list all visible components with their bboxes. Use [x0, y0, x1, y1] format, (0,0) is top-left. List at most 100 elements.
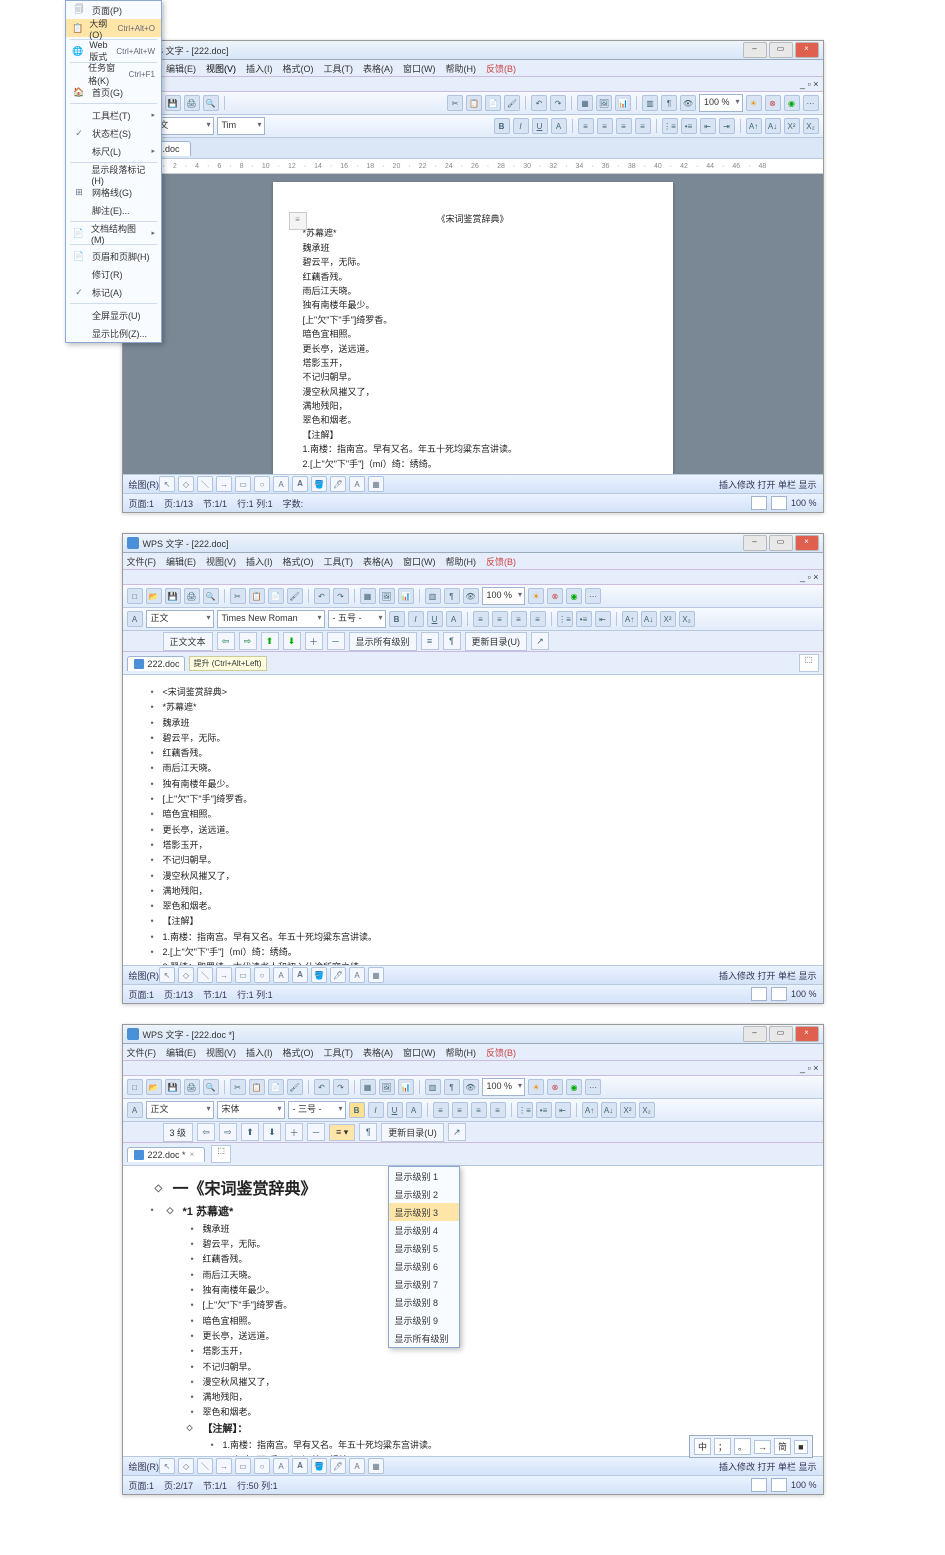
outline-level-combo[interactable]: 正文文本 — [163, 632, 213, 651]
menu-item[interactable]: 🏠首页(G) — [66, 83, 161, 101]
level-item[interactable]: 显示级别 1 — [389, 1167, 459, 1185]
doc-close[interactable]: × — [813, 79, 818, 89]
wordart-icon[interactable]: 𝐀 — [292, 476, 308, 492]
promote-icon[interactable]: ⇦ — [217, 632, 235, 650]
outline-item[interactable]: 1.南楼：指南宫。早有又名。年五十死均粱东宫讲读。 — [143, 930, 803, 945]
menu-edit[interactable]: 编辑(E) — [166, 62, 196, 75]
columns-icon[interactable]: ▥ — [642, 95, 658, 111]
textbox-icon[interactable]: A — [273, 476, 289, 492]
save-icon[interactable]: 💾 — [165, 95, 181, 111]
menu-item[interactable]: ✓标记(A) — [66, 283, 161, 301]
menu-item[interactable]: 🗐页面(P) — [66, 1, 161, 19]
font-shrink-icon[interactable]: A↓ — [641, 611, 657, 627]
menu-item[interactable]: ⊞网格线(G) — [66, 183, 161, 201]
level-item[interactable]: 显示级别 8 — [389, 1293, 459, 1311]
font-color-icon[interactable]: A — [551, 118, 567, 134]
bullets-icon[interactable]: •≡ — [576, 611, 592, 627]
outline-item[interactable]: 更长亭，送远道。 — [143, 823, 803, 838]
outline-item[interactable]: 满地残阳， — [143, 884, 803, 899]
menu-format[interactable]: 格式(O) — [283, 62, 314, 75]
super-icon[interactable]: X² — [784, 118, 800, 134]
menu-item[interactable]: 📄页眉和页脚(H) — [66, 247, 161, 265]
minimize-button[interactable]: – — [743, 535, 767, 551]
close-doc-icon[interactable]: ⊗ — [765, 95, 781, 111]
show-first-line-icon[interactable]: ≡ — [421, 632, 439, 650]
outline-view[interactable]: <宋词鉴赏辞典>*苏幕遮*魏承班碧云平，无际。红藕香残。雨后江天晓。独有南楼年最… — [123, 675, 823, 965]
align-justify-icon[interactable]: ≡ — [635, 118, 651, 134]
menu-item[interactable]: 全屏显示(U) — [66, 306, 161, 324]
ime-bar[interactable]: 中；。→简■ — [689, 1435, 813, 1458]
align-left-icon[interactable]: ≡ — [473, 611, 489, 627]
view-menu-popup[interactable]: 🗐页面(P)📋大纲(O)Ctrl+Alt+O🌐Web版式Ctrl+Alt+W任务… — [65, 0, 162, 343]
undo-icon[interactable]: ↶ — [531, 95, 547, 111]
outline-item[interactable]: 暗色宜相照。 — [143, 807, 803, 822]
close-button[interactable]: × — [795, 42, 819, 58]
indent-dec-icon[interactable]: ⇤ — [700, 118, 716, 134]
menu-item[interactable]: 工具栏(T)▸ — [66, 106, 161, 124]
outline-item[interactable]: 塔影玉开， — [143, 838, 803, 853]
show-level-combo[interactable]: ≡ ▾ — [329, 1124, 355, 1141]
demote-icon[interactable]: ⇨ — [239, 632, 257, 650]
sub-icon[interactable]: X₂ — [679, 611, 695, 627]
chart-icon[interactable]: 📊 — [615, 95, 631, 111]
wps-icon[interactable]: ◉ — [784, 95, 800, 111]
level-item[interactable]: 显示级别 7 — [389, 1275, 459, 1293]
level-item[interactable]: 显示级别 3 — [389, 1203, 459, 1221]
menu-help[interactable]: 帮助(H) — [446, 62, 477, 75]
status-zoom[interactable]: 100 % — [791, 498, 817, 508]
move-up-icon[interactable]: ＋ — [305, 632, 323, 650]
fill-icon[interactable]: 🪣 — [311, 476, 327, 492]
format-painter-icon[interactable]: 🖌 — [504, 95, 520, 111]
copy-icon[interactable]: 📋 — [466, 95, 482, 111]
outline-level-combo[interactable]: 3 级 — [163, 1123, 194, 1142]
font-combo[interactable]: Tim — [217, 117, 265, 135]
bold-icon[interactable]: B — [349, 1102, 365, 1118]
view-print-icon[interactable] — [751, 1478, 767, 1492]
menu-bar[interactable]: 文件(F)编辑(E)视图(V)插入(I)格式(O)工具(T)表格(A)窗口(W)… — [123, 1044, 823, 1061]
maximize-button[interactable]: ▭ — [769, 535, 793, 551]
italic-icon[interactable]: I — [513, 118, 529, 134]
font-color-icon[interactable]: A — [406, 1102, 422, 1118]
level-item[interactable]: 显示级别 2 — [389, 1185, 459, 1203]
show-level-combo[interactable]: 显示所有级别 — [349, 632, 417, 651]
style-icon[interactable]: A — [127, 611, 143, 627]
outline-item[interactable]: 3.翠绮：即罗绮。古代读书人和初入仕途所穿之绮。 — [143, 960, 803, 965]
help-icon[interactable]: ☀ — [746, 95, 762, 111]
level-item[interactable]: 显示所有级别 — [389, 1329, 459, 1347]
document-tab[interactable]: 222.doc * × — [127, 1147, 206, 1162]
minimize-button[interactable]: – — [743, 42, 767, 58]
menu-tools[interactable]: 工具(T) — [324, 62, 354, 75]
numbering-icon[interactable]: ⋮≡ — [662, 118, 678, 134]
style-combo[interactable]: 正文 — [146, 610, 214, 628]
underline-icon[interactable]: U — [387, 1102, 403, 1118]
preview-icon[interactable]: 🔍 — [203, 95, 219, 111]
view-web-icon[interactable] — [771, 1478, 787, 1492]
goto-toc-icon[interactable]: ↗ — [531, 632, 549, 650]
minimize-button[interactable]: – — [743, 1026, 767, 1042]
document-area[interactable]: ≡ 《宋词鉴赏辞典》 *苏幕遮*魏承班碧云平，无际。红藕香残。雨后江天晓。独有南… — [123, 174, 823, 474]
outline-item[interactable]: 碧云平，无际。 — [143, 731, 803, 746]
document-tab[interactable]: 222.doc — [127, 656, 185, 671]
font-color-icon[interactable]: A — [446, 611, 462, 627]
move-down-icon[interactable]: － — [327, 632, 345, 650]
level-item[interactable]: 显示级别 9 — [389, 1311, 459, 1329]
ruler[interactable]: ·2·4·6·8·10·12·14·16·18·20·22·24·26·28·3… — [123, 159, 823, 174]
menu-item[interactable]: 显示段落标记(H) — [66, 165, 161, 183]
nav-button[interactable]: ⬚ — [799, 654, 819, 672]
level-item[interactable]: 显示级别 5 — [389, 1239, 459, 1257]
view-web-icon[interactable] — [771, 496, 787, 510]
menu-insert[interactable]: 插入(I) — [246, 62, 273, 75]
menu-item[interactable]: 标尺(L)▸ — [66, 142, 161, 160]
italic-icon[interactable]: I — [408, 611, 424, 627]
italic-icon[interactable]: I — [368, 1102, 384, 1118]
title-bar[interactable]: WPS 文字 - [222.doc] – ▭ × — [123, 41, 823, 60]
style-combo[interactable]: 正文 — [146, 1101, 214, 1119]
zoom-combo[interactable]: 100 % — [699, 94, 743, 112]
arrow-icon[interactable]: → — [216, 476, 232, 492]
underline-icon[interactable]: U — [427, 611, 443, 627]
size-combo[interactable]: - 三号 - — [288, 1101, 346, 1119]
outline-item[interactable]: [上"欠"下"手"]绮罗香。 — [143, 792, 803, 807]
paste-icon[interactable]: 📄 — [485, 95, 501, 111]
sub-icon[interactable]: X₂ — [803, 118, 819, 134]
menu-item[interactable]: 显示比例(Z)... — [66, 324, 161, 342]
